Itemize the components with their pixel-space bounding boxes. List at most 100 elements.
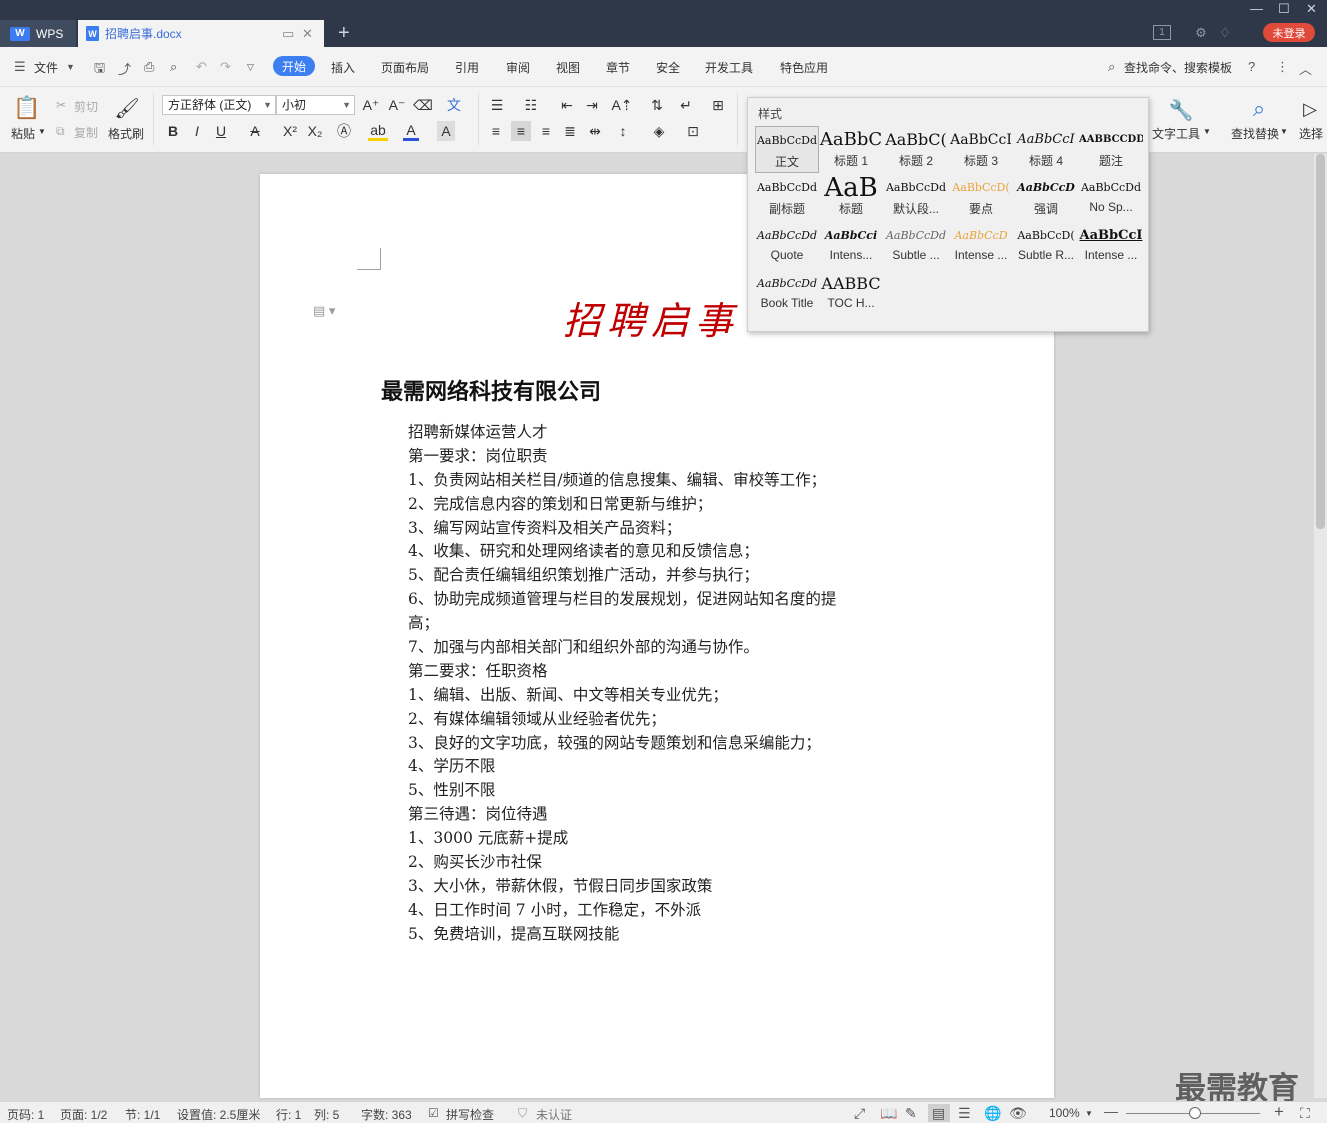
undo-icon[interactable]: ↶ [196,59,207,75]
style-default-paragraph[interactable]: AaBbCcDd 默认段... [884,174,948,221]
status-row[interactable]: 行: 1 [276,1106,301,1123]
style-key-point[interactable]: AaBbCcD( 要点 [949,174,1013,221]
close-window-icon[interactable]: ✕ [1306,1,1317,17]
redo-icon[interactable]: ↷ [220,59,231,75]
paste-icon[interactable]: 📋 [13,95,40,121]
tab-chapter[interactable]: 章节 [606,59,630,76]
superscript-icon[interactable]: X² [281,121,299,141]
style-intense-emphasis[interactable]: AaBbCcD Intense ... [949,222,1013,269]
pin-tab-icon[interactable]: ▭ [282,26,294,42]
document-tab[interactable]: W 招聘启事.docx ▭ ✕ [78,20,324,47]
auth-status[interactable]: 未认证 [536,1106,572,1123]
style-emphasis[interactable]: AaBbCcD 强调 [1014,174,1078,221]
format-painter-icon[interactable]: 🖌 [114,95,139,121]
text-tools-button[interactable]: 文字工具 [1152,125,1200,142]
paste-chevron-icon[interactable]: ▼ [38,127,46,136]
style-subtle-emphasis[interactable]: AaBbCcDd Subtle ... [884,222,948,269]
search-icon[interactable]: ⌕ [1108,59,1115,75]
spell-check-button[interactable]: 拼写检查 [446,1106,494,1123]
select-icon[interactable]: ▷ [1302,95,1318,123]
new-tab-button[interactable]: + [338,22,350,45]
style-subtitle[interactable]: AaBbCcDd 副标题 [755,174,819,221]
collapse-ribbon-icon[interactable]: ︿ [1299,59,1312,78]
text-direction-icon[interactable]: A⇡ [611,95,632,115]
style-normal[interactable]: AaBbCcDd 正文 [755,126,819,173]
print-preview-icon[interactable]: ⌕ [170,59,177,75]
style-heading-4[interactable]: AaBbCcI 标题 4 [1014,126,1078,173]
style-intense-quote[interactable]: AaBbCci Intens... [819,222,883,269]
quick-access-more-icon[interactable]: ▽ [247,62,254,73]
cut-button[interactable]: 剪切 [74,98,98,115]
bold-icon[interactable]: B [165,121,181,141]
font-color-icon[interactable]: A [403,121,419,141]
window-count-badge[interactable]: 1 [1153,25,1171,40]
select-button[interactable]: 选择 [1299,125,1323,142]
outline-view-icon[interactable]: ☰ [958,1105,971,1122]
font-size-select[interactable]: 小初 ▼ [276,95,355,115]
text-tools-chevron-icon[interactable]: ▼ [1203,127,1211,136]
underline-icon[interactable]: U [213,121,229,141]
zoom-chevron-icon[interactable]: ▼ [1085,1109,1093,1118]
paragraph-layout-icon[interactable]: ▤ ▾ [313,303,335,319]
increase-indent-icon[interactable]: ⇥ [582,95,602,115]
tab-home[interactable]: 开始 [273,56,315,76]
status-pages[interactable]: 页面: 1/2 [60,1106,107,1123]
reading-mode-icon[interactable]: 📖 [880,1105,897,1122]
print-icon[interactable]: ⎙ [144,59,154,75]
close-tab-icon[interactable]: ✕ [302,26,313,42]
align-right-icon[interactable]: ≡ [537,121,555,141]
more-options-icon[interactable]: ⋮ [1276,59,1289,75]
style-heading-3[interactable]: AaBbCcI 标题 3 [949,126,1013,173]
style-caption[interactable]: AABBCCDD 题注 [1079,126,1143,173]
line-break-icon[interactable]: ↵ [676,95,696,115]
save-icon[interactable]: 🖫 [94,59,105,81]
style-title[interactable]: AaB 标题 [819,174,883,221]
vertical-scrollbar[interactable] [1314,154,1327,1098]
line-spacing-icon[interactable]: ↕ [613,121,633,141]
subscript-icon[interactable]: X₂ [306,121,324,141]
tab-view[interactable]: 视图 [556,59,580,76]
zoom-level[interactable]: 100% [1049,1106,1080,1120]
table-grid-icon[interactable]: ⊞ [708,95,728,115]
sort-icon[interactable]: ⇅ [647,95,667,115]
scrollbar-thumb[interactable] [1316,154,1325,529]
grow-font-icon[interactable]: A⁺ [362,95,380,115]
skin-icon[interactable]: ⚙ [1193,25,1209,41]
zoom-slider-knob[interactable] [1189,1107,1201,1119]
zoom-out-icon[interactable]: — [1104,1103,1118,1119]
document-title[interactable]: 招聘启事 [563,290,739,345]
phonetic-guide-icon[interactable]: 文 [443,95,465,115]
italic-icon[interactable]: I [189,121,205,141]
shading-icon[interactable]: ◈ [649,121,669,141]
style-subtle-reference[interactable]: AaBbCcD( Subtle R... [1014,222,1078,269]
wps-home-tab[interactable]: W WPS [0,20,76,47]
document-body[interactable]: 招聘新媒体运营人才 第一要求：岗位职责 1、负责网站相关栏目/频道的信息搜集、编… [408,421,878,947]
clear-format-icon[interactable]: ⌫ [413,95,433,115]
align-center-icon[interactable]: ≡ [511,121,531,141]
export-icon[interactable]: ⤴ [118,59,131,78]
format-painter-button[interactable]: 格式刷 [108,125,144,142]
web-view-icon[interactable]: 🌐 [984,1105,1001,1122]
char-shading-icon[interactable]: A [437,121,455,141]
hamburger-icon[interactable]: ☰ [14,59,26,75]
font-name-select[interactable]: 方正舒体 (正文) ▼ [162,95,276,115]
tab-insert[interactable]: 插入 [331,59,355,76]
style-toc-heading[interactable]: AABBC TOC H... [819,270,883,317]
copy-button[interactable]: 复制 [74,124,98,141]
find-replace-icon[interactable]: ⌕ [1246,95,1272,123]
edit-mode-icon[interactable]: ✎ [905,1105,917,1122]
style-book-title[interactable]: AaBbCcDd Book Title [755,270,819,317]
tab-page-layout[interactable]: 页面布局 [381,59,429,76]
numbered-list-icon[interactable]: ☷ [521,95,541,115]
eye-protection-icon[interactable]: 👁 [1009,1105,1027,1122]
zoom-in-icon[interactable]: + [1274,1102,1284,1122]
theme-icon[interactable]: ♢ [1217,25,1233,41]
paste-button[interactable]: 粘贴 [11,125,35,142]
align-left-icon[interactable]: ≡ [487,121,505,141]
distribute-icon[interactable]: ⇹ [586,121,604,141]
fullscreen-icon[interactable]: ⤢ [854,1105,865,1122]
highlight-icon[interactable]: ab [368,121,388,141]
login-button[interactable]: 未登录 [1263,23,1315,42]
decrease-indent-icon[interactable]: ⇤ [557,95,577,115]
status-section[interactable]: 节: 1/1 [125,1106,160,1123]
